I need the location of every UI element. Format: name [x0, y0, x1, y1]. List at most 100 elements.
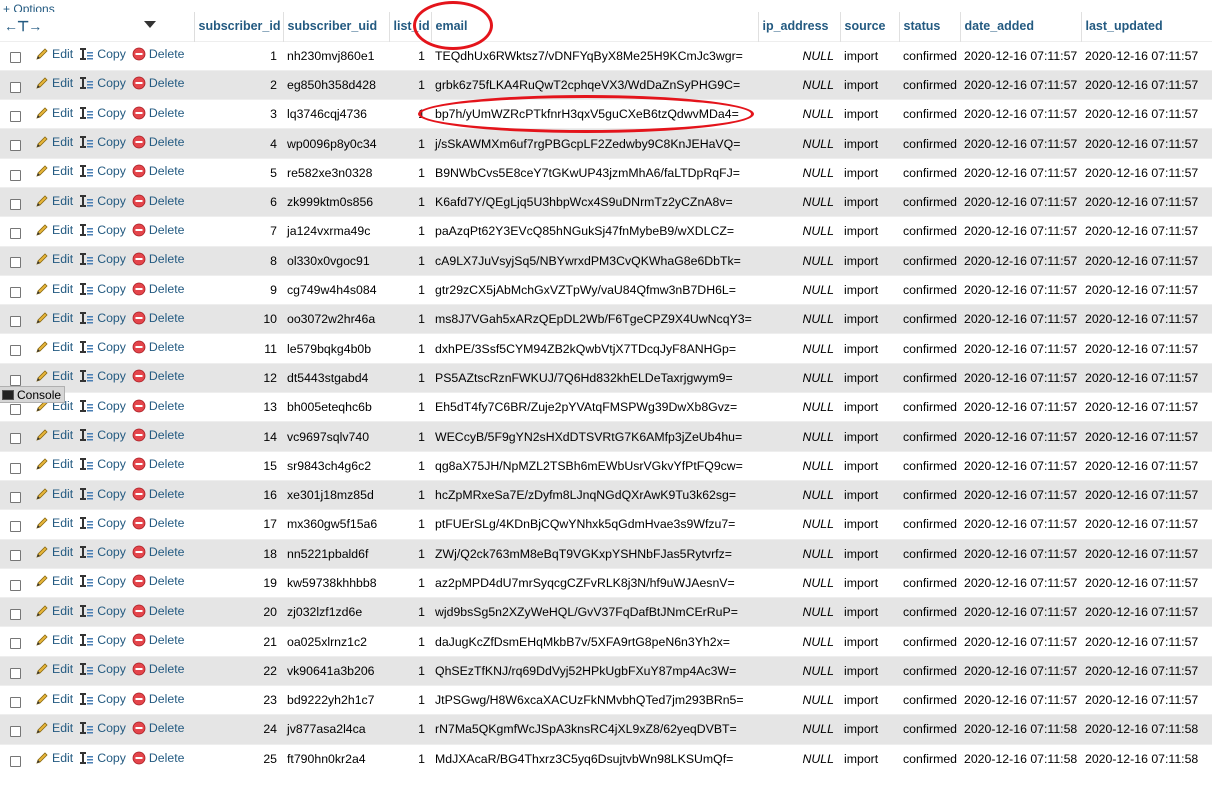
- cell-last-updated[interactable]: 2020-12-16 07:11:57: [1081, 421, 1212, 452]
- cell-source[interactable]: import: [840, 304, 899, 334]
- cell-subscriber-id[interactable]: 19: [194, 567, 283, 598]
- cell-date-added[interactable]: 2020-12-16 07:11:57: [960, 99, 1081, 129]
- cell-list-id[interactable]: 1: [389, 450, 431, 481]
- cell-status[interactable]: confirmed: [899, 714, 960, 745]
- cell-email[interactable]: cA9LX7JuVsyjSq5/NBYwrxdPM3CvQKWhaG8e6DbT…: [431, 245, 758, 276]
- cell-date-added[interactable]: 2020-12-16 07:11:57: [960, 69, 1081, 100]
- cell-email[interactable]: rN7Ma5QKgmfWcJSpA3knsRC4jXL9xZ8/62yeqDVB…: [431, 714, 758, 745]
- cell-email[interactable]: ZWj/Q2ck763mM8eBqT9VGKxpYSHNbFJas5Rytvrf…: [431, 538, 758, 569]
- cell-list-id[interactable]: 1: [389, 714, 431, 745]
- delete-link[interactable]: Delete: [132, 516, 184, 530]
- copy-link[interactable]: Copy: [79, 487, 126, 501]
- copy-link[interactable]: Copy: [79, 369, 126, 383]
- row-checkbox[interactable]: [10, 579, 21, 591]
- cell-list-id[interactable]: 1: [389, 479, 431, 510]
- cell-email[interactable]: JtPSGwg/H8W6xcaXACUzFkNMvbhQTed7jm293BRn…: [431, 685, 758, 715]
- copy-link[interactable]: Copy: [79, 662, 126, 676]
- cell-subscriber-id[interactable]: 11: [194, 333, 283, 364]
- cell-email[interactable]: grbk6z75fLKA4RuQwT2cphqeVX3/WdDaZnSyPHG9…: [431, 69, 758, 100]
- cell-last-updated[interactable]: 2020-12-16 07:11:57: [1081, 128, 1212, 159]
- cell-ip-address[interactable]: NULL: [758, 567, 840, 598]
- cell-source[interactable]: import: [840, 216, 899, 247]
- row-checkbox[interactable]: [10, 433, 21, 445]
- cell-last-updated[interactable]: 2020-12-16 07:11:57: [1081, 40, 1212, 71]
- copy-link[interactable]: Copy: [79, 516, 126, 530]
- cell-status[interactable]: confirmed: [899, 450, 960, 481]
- cell-ip-address[interactable]: NULL: [758, 69, 840, 100]
- cell-status[interactable]: confirmed: [899, 186, 960, 217]
- cell-list-id[interactable]: 1: [389, 333, 431, 364]
- row-checkbox[interactable]: [10, 755, 21, 767]
- row-checkbox[interactable]: [10, 462, 21, 474]
- cell-ip-address[interactable]: NULL: [758, 186, 840, 217]
- delete-link[interactable]: Delete: [132, 282, 184, 296]
- header-subscriber-id[interactable]: subscriber_id: [194, 12, 284, 41]
- cell-subscriber-id[interactable]: 18: [194, 538, 283, 569]
- cell-ip-address[interactable]: NULL: [758, 655, 840, 686]
- copy-link[interactable]: Copy: [79, 751, 126, 765]
- cell-ip-address[interactable]: NULL: [758, 597, 840, 627]
- cell-subscriber-uid[interactable]: nn5221pbald6f: [283, 538, 389, 569]
- cell-email[interactable]: dxhPE/3Ssf5CYM94ZB2kQwbVtjX7TDcqJyF8ANHG…: [431, 333, 758, 364]
- edit-link[interactable]: Edit: [35, 751, 73, 765]
- cell-email[interactable]: qg8aX75JH/NpMZL2TSBh6mEWbUsrVGkvYfPtFQ9c…: [431, 450, 758, 481]
- cell-list-id[interactable]: 1: [389, 245, 431, 276]
- cell-status[interactable]: confirmed: [899, 685, 960, 715]
- cell-date-added[interactable]: 2020-12-16 07:11:57: [960, 450, 1081, 481]
- copy-link[interactable]: Copy: [79, 282, 126, 296]
- delete-link[interactable]: Delete: [132, 194, 184, 208]
- copy-link[interactable]: Copy: [79, 604, 126, 618]
- cell-status[interactable]: confirmed: [899, 157, 960, 188]
- row-checkbox[interactable]: [10, 228, 21, 240]
- cell-email[interactable]: QhSEzTfKNJ/rq69DdVyj52HPkUgbFXuY87mp4Ac3…: [431, 655, 758, 686]
- cell-last-updated[interactable]: 2020-12-16 07:11:57: [1081, 626, 1212, 657]
- cell-source[interactable]: import: [840, 157, 899, 188]
- edit-link[interactable]: Edit: [35, 340, 73, 354]
- cell-subscriber-uid[interactable]: oa025xlrnz1c2: [283, 626, 389, 657]
- row-checkbox[interactable]: [10, 345, 21, 357]
- edit-link[interactable]: Edit: [35, 194, 73, 208]
- edit-link[interactable]: Edit: [35, 721, 73, 735]
- cell-status[interactable]: confirmed: [899, 567, 960, 598]
- delete-link[interactable]: Delete: [132, 721, 184, 735]
- cell-subscriber-id[interactable]: 5: [194, 157, 283, 188]
- cell-list-id[interactable]: 1: [389, 421, 431, 452]
- cell-email[interactable]: MdJXAcaR/BG4Thxrz3C5yq6DsujtvbWn98LKSUmQ…: [431, 743, 758, 774]
- cell-source[interactable]: import: [840, 186, 899, 217]
- copy-link[interactable]: Copy: [79, 194, 126, 208]
- edit-link[interactable]: Edit: [35, 457, 73, 471]
- cell-list-id[interactable]: 1: [389, 274, 431, 305]
- cell-date-added[interactable]: 2020-12-16 07:11:57: [960, 274, 1081, 305]
- cell-last-updated[interactable]: 2020-12-16 07:11:57: [1081, 333, 1212, 364]
- cell-last-updated[interactable]: 2020-12-16 07:11:57: [1081, 479, 1212, 510]
- cell-list-id[interactable]: 1: [389, 743, 431, 774]
- cell-source[interactable]: import: [840, 128, 899, 159]
- row-checkbox[interactable]: [10, 726, 21, 738]
- cell-source[interactable]: import: [840, 333, 899, 364]
- cell-email[interactable]: PS5AZtscRznFWKUJ/7Q6Hd832khELDeTaxrjgwym…: [431, 362, 758, 393]
- cell-status[interactable]: confirmed: [899, 274, 960, 305]
- cell-email[interactable]: B9NWbCvs5E8ceY7tGKwUP43jzmMhA6/faLTDpRqF…: [431, 157, 758, 188]
- copy-link[interactable]: Copy: [79, 428, 126, 442]
- cell-list-id[interactable]: 1: [389, 157, 431, 188]
- cell-email[interactable]: Eh5dT4fy7C6BR/Zuje2pYVAtqFMSPWg39DwXb8Gv…: [431, 392, 758, 422]
- cell-subscriber-id[interactable]: 12: [194, 362, 283, 393]
- column-resize-arrows[interactable]: ←⊤→: [4, 18, 42, 34]
- cell-last-updated[interactable]: 2020-12-16 07:11:57: [1081, 392, 1212, 422]
- edit-link[interactable]: Edit: [35, 574, 73, 588]
- row-checkbox[interactable]: [10, 169, 21, 181]
- cell-email[interactable]: ptFUErSLg/4KDnBjCQwYNhxk5qGdmHvae3s9Wfzu…: [431, 509, 758, 540]
- edit-link[interactable]: Edit: [35, 369, 73, 383]
- delete-link[interactable]: Delete: [132, 604, 184, 618]
- cell-subscriber-uid[interactable]: sr9843ch4g6c2: [283, 450, 389, 481]
- cell-last-updated[interactable]: 2020-12-16 07:11:57: [1081, 69, 1212, 100]
- cell-subscriber-uid[interactable]: ol330x0vgoc91: [283, 245, 389, 276]
- delete-link[interactable]: Delete: [132, 223, 184, 237]
- delete-link[interactable]: Delete: [132, 751, 184, 765]
- delete-link[interactable]: Delete: [132, 47, 184, 61]
- cell-subscriber-uid[interactable]: xe301j18mz85d: [283, 479, 389, 510]
- delete-link[interactable]: Delete: [132, 692, 184, 706]
- cell-source[interactable]: import: [840, 714, 899, 745]
- cell-subscriber-uid[interactable]: eg850h358d428: [283, 69, 389, 100]
- cell-ip-address[interactable]: NULL: [758, 538, 840, 569]
